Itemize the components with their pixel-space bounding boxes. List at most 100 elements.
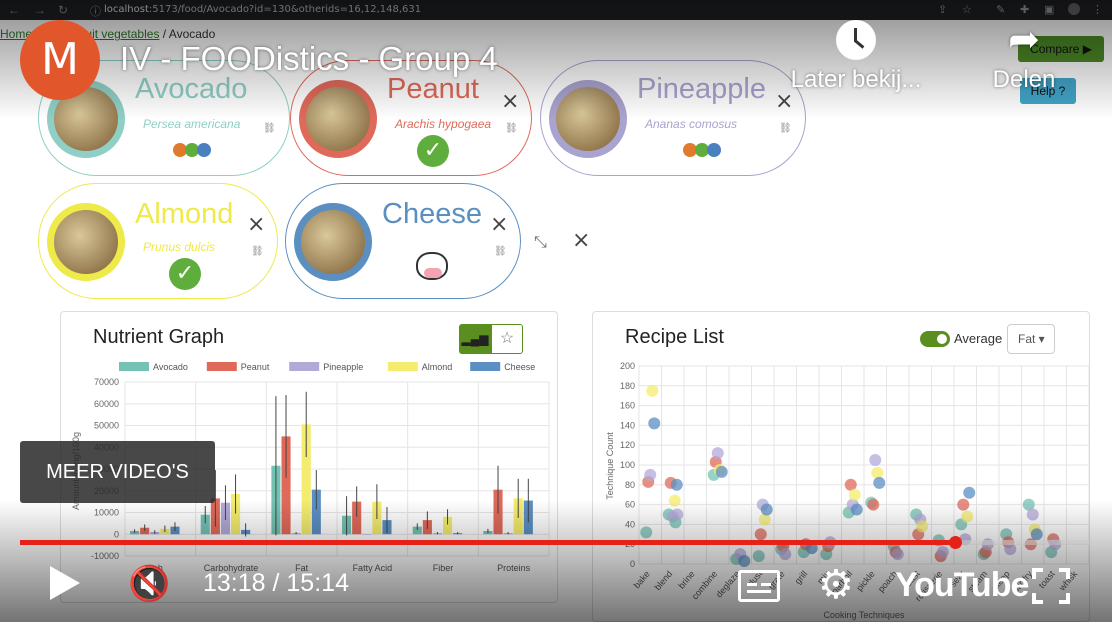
legend-label-4: Cheese: [504, 362, 535, 372]
legend-swatch-2: [289, 362, 320, 371]
link-icon[interactable]: ⛓: [263, 123, 276, 134]
y-axis-label: Technique Count: [605, 432, 615, 500]
menu-icon[interactable]: ⋮: [1092, 3, 1103, 16]
progress-played: [20, 540, 957, 545]
scatter-point-42: [871, 466, 884, 479]
food-card-2[interactable]: Pineapple Ananas comosus × ⛓: [540, 60, 806, 176]
scatter-point-14: [711, 447, 724, 460]
cow-icon: [416, 252, 448, 280]
scatter-point-16: [715, 465, 728, 478]
forward-icon[interactable]: →: [34, 3, 46, 17]
food-scientific-name: Ananas comosus: [645, 117, 738, 131]
y-tick-label: 100: [620, 460, 635, 470]
address-bar[interactable]: localhost:5173/food/Avocado?id=130&other…: [104, 2, 944, 18]
food-card-4[interactable]: Cheese × ⛓: [285, 183, 521, 299]
share-page-icon[interactable]: ⇪: [938, 3, 947, 16]
share-button[interactable]: ➦ Delen: [984, 20, 1064, 94]
food-name: Almond: [135, 198, 234, 230]
share-arrow-icon: ➦: [1008, 19, 1040, 61]
average-toggle-label: Average: [954, 331, 1003, 346]
food-name: Cheese: [382, 198, 482, 230]
url-host: localhost: [104, 4, 149, 15]
y-tick-label: 160: [620, 401, 635, 411]
reload-icon[interactable]: ↻: [58, 3, 68, 17]
average-toggle[interactable]: [920, 331, 950, 347]
star-chart-icon[interactable]: ☆: [491, 324, 523, 354]
site-info-icon[interactable]: ⓘ: [90, 3, 101, 19]
food-scientific-name: Prunus dulcis: [143, 240, 216, 254]
back-icon[interactable]: ←: [8, 3, 20, 17]
pen-icon[interactable]: ✎: [996, 3, 1005, 16]
y-tick-label: 120: [620, 440, 635, 450]
profile-avatar[interactable]: [1068, 3, 1080, 15]
fullscreen-icon[interactable]: [1032, 568, 1070, 604]
play-icon[interactable]: [50, 566, 80, 600]
legend-label-0: Avocado: [153, 362, 188, 372]
bookmark-star-icon[interactable]: ☆: [962, 3, 972, 16]
check-icon: ✓: [169, 258, 201, 290]
diet-tags-icon: [683, 141, 723, 161]
legend-label-2: Pineapple: [323, 362, 363, 372]
legend-swatch-4: [470, 362, 501, 371]
scatter-point-43: [873, 476, 886, 489]
link-icon[interactable]: ⛓: [779, 123, 792, 134]
share-label: Delen: [992, 66, 1056, 93]
remove-food-icon[interactable]: ×: [501, 89, 519, 114]
collapse-icon[interactable]: ⤡: [534, 232, 547, 252]
clock-icon: [836, 20, 876, 60]
scatter-point-3: [646, 384, 659, 397]
video-frame[interactable]: { "browser": { "url_host": "localhost", …: [0, 0, 1112, 622]
legend-label-1: Peanut: [241, 362, 270, 372]
remove-food-icon[interactable]: ×: [490, 212, 508, 237]
close-all-icon[interactable]: ×: [572, 228, 590, 253]
more-videos-button[interactable]: MEER VIDEO'S: [20, 441, 215, 503]
y-tick-label: 140: [620, 420, 635, 430]
subtitles-icon[interactable]: [738, 570, 780, 602]
link-icon[interactable]: ⛓: [251, 246, 264, 257]
scatter-point-41: [869, 454, 882, 467]
check-icon: ✓: [417, 135, 449, 167]
nutrient-dropdown-value: Fat: [1018, 332, 1036, 346]
extensions-icon[interactable]: ✚: [1020, 3, 1029, 16]
nutrient-dropdown[interactable]: Fat ▾: [1007, 324, 1055, 354]
y-tick-label: 80: [625, 480, 635, 490]
url-path: :5173/food/Avocado?id=130&otherids=16,12…: [148, 4, 422, 15]
link-icon[interactable]: ⛓: [505, 123, 518, 134]
scatter-point-9: [670, 478, 683, 491]
watch-later-button[interactable]: Later bekij...: [776, 20, 936, 94]
food-name: Pineapple: [637, 73, 766, 105]
bar-chart-icon[interactable]: ▂▄▆: [459, 324, 491, 354]
remove-food-icon[interactable]: ×: [247, 212, 265, 237]
scrubber-handle[interactable]: [949, 536, 962, 549]
food-scientific-name: Arachis hypogaea: [395, 117, 492, 131]
mute-icon[interactable]: 🔇: [128, 566, 170, 602]
food-card-3[interactable]: Almond Prunus dulcis × ⛓ ✓: [38, 183, 278, 299]
channel-avatar[interactable]: M: [20, 20, 100, 100]
time-display: 13:18 / 15:14: [203, 569, 349, 597]
scatter-point-4: [648, 417, 661, 430]
food-photo: [299, 80, 377, 158]
recipe-list-title: Recipe List: [625, 326, 724, 348]
legend-swatch-3: [387, 362, 418, 371]
food-photo: [549, 80, 627, 158]
scatter-point-58: [963, 486, 976, 499]
scatter-point-2: [644, 468, 657, 481]
settings-gear-icon[interactable]: ⚙: [818, 563, 854, 607]
video-title[interactable]: IV - FOODistics - Group 4: [120, 40, 498, 78]
y-tick-label: 200: [620, 361, 635, 371]
link-icon[interactable]: ⛓: [494, 246, 507, 257]
time-current: 13:18: [203, 569, 266, 597]
food-scientific-name: Persea americana: [143, 117, 241, 131]
y-tick-label: 60000: [94, 399, 119, 409]
y-tick-label: 180: [620, 381, 635, 391]
legend-swatch-1: [206, 362, 237, 371]
breadcrumb-current: Avocado: [168, 27, 216, 41]
food-photo: [294, 203, 372, 281]
y-tick-label: 70000: [94, 377, 119, 387]
time-total: 15:14: [286, 569, 349, 597]
youtube-logo[interactable]: YouTube: [895, 566, 1029, 605]
sidebar-icon[interactable]: ▣: [1044, 3, 1054, 16]
food-photo: [47, 203, 125, 281]
scatter-point-37: [848, 488, 861, 501]
nutrient-graph-title: Nutrient Graph: [93, 326, 225, 348]
